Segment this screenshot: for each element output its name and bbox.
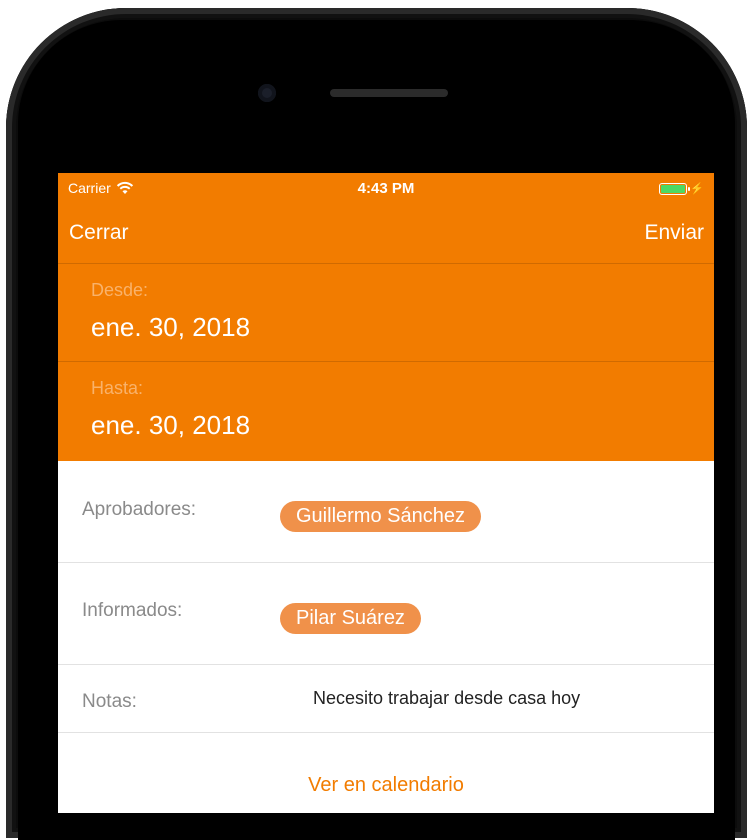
to-date-value: ene. 30, 2018 bbox=[91, 410, 251, 440]
to-date-label: Hasta: bbox=[91, 378, 144, 398]
notes-row[interactable]: Notas: Necesito trabajar desde casa hoy bbox=[58, 665, 714, 733]
view-calendar-link[interactable]: Ver en calendario bbox=[58, 774, 714, 797]
informed-row[interactable]: Informados: Pilar Suárez bbox=[58, 563, 714, 665]
charging-bolt-icon: ⚡ bbox=[690, 183, 704, 195]
from-date-value: ene. 30, 2018 bbox=[91, 312, 251, 342]
informed-label: Informados: bbox=[82, 600, 183, 621]
navigation-bar: Cerrar Enviar bbox=[58, 203, 714, 263]
approvers-row[interactable]: Aprobadores: Guillermo Sánchez bbox=[58, 461, 714, 563]
app-screen: Carrier 4:43 PM ⚡ Cerrar Enviar Desde: e… bbox=[58, 173, 714, 813]
from-date-label: Desde: bbox=[91, 280, 149, 300]
battery-icon bbox=[659, 182, 691, 195]
approvers-label: Aprobadores: bbox=[82, 499, 197, 520]
send-button[interactable]: Enviar bbox=[644, 221, 704, 245]
close-button[interactable]: Cerrar bbox=[69, 221, 129, 245]
front-camera-icon bbox=[258, 84, 276, 102]
battery-indicator: ⚡ bbox=[659, 182, 704, 195]
notes-value[interactable]: Necesito trabajar desde casa hoy bbox=[313, 688, 580, 709]
status-time: 4:43 PM bbox=[357, 180, 415, 197]
phone-frame: Carrier 4:43 PM ⚡ Cerrar Enviar Desde: e… bbox=[0, 0, 753, 840]
approver-chip[interactable]: Guillermo Sánchez bbox=[280, 501, 481, 532]
informed-chip[interactable]: Pilar Suárez bbox=[280, 603, 421, 634]
from-date-row[interactable]: Desde: ene. 30, 2018 bbox=[58, 263, 714, 362]
notes-label: Notas: bbox=[82, 691, 137, 712]
status-bar: Carrier 4:43 PM ⚡ bbox=[58, 173, 714, 203]
earpiece-speaker bbox=[330, 89, 448, 97]
to-date-row[interactable]: Hasta: ene. 30, 2018 bbox=[58, 361, 714, 462]
